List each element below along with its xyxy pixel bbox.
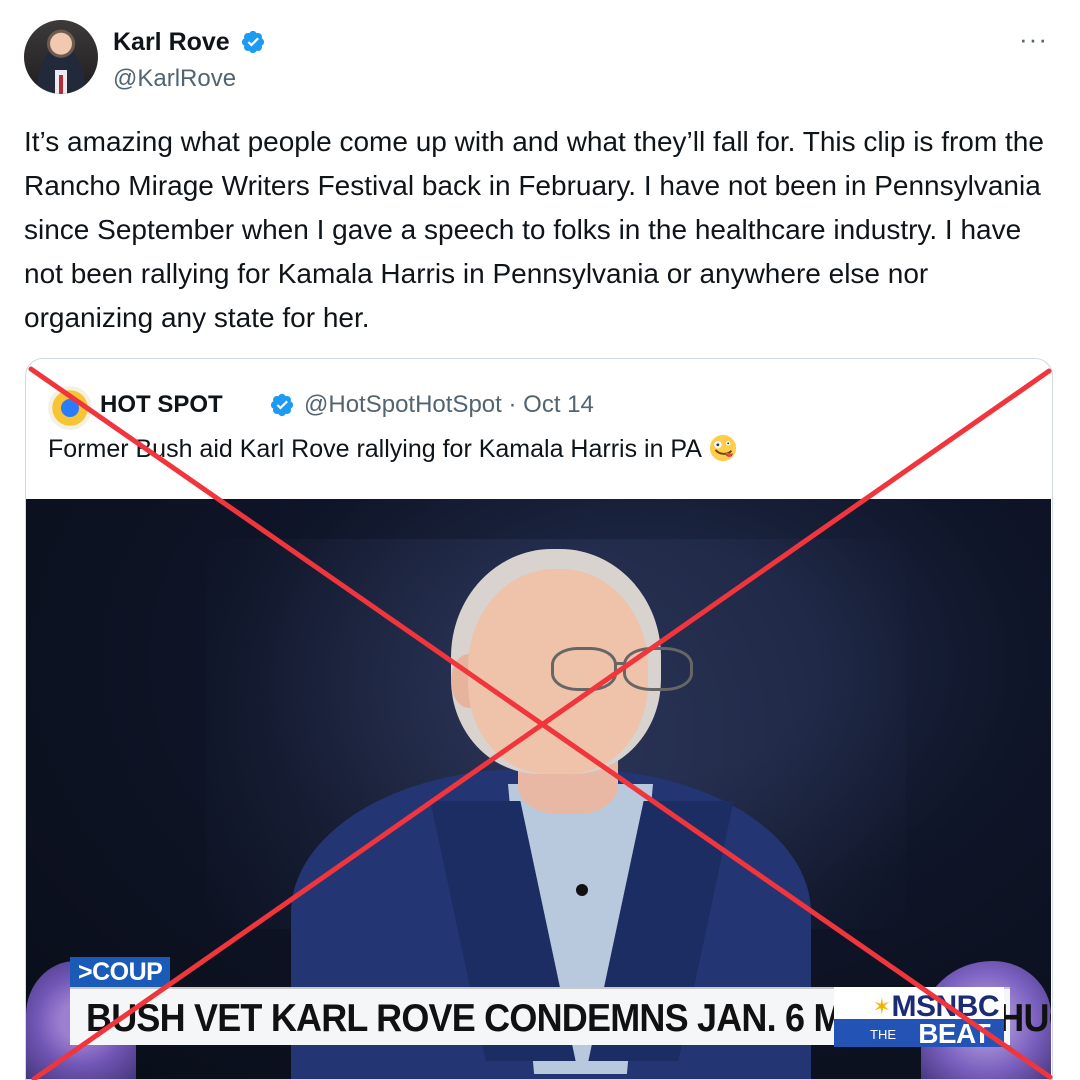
quoted-author-name[interactable]: HOT SPOT [100,391,223,419]
more-icon[interactable]: ··· [1019,24,1048,55]
author-avatar[interactable] [24,20,98,94]
author-handle[interactable]: @KarlRove [113,65,236,93]
meta-separator: · [508,391,517,418]
glasses-left-lens [551,647,617,691]
show-name: BEAT [918,1018,990,1049]
quoted-author-handle[interactable]: @HotSpotHotSpot [304,391,502,418]
video-player[interactable]: >COUP BUSH VET KARL ROVE CONDEMNS JAN. 6… [26,499,1051,1079]
news-tag: >COUP [70,957,171,988]
verified-badge-icon [241,30,265,54]
glasses-right-lens [623,647,693,691]
tweet-text: It’s amazing what people come up with an… [24,126,1044,333]
show-prefix: THE [870,1027,896,1042]
quoted-tweet[interactable]: HOT SPOT @HotSpotHotSpot · Oct 14 Former… [25,358,1053,1080]
quoted-tweet-text: Former Bush aid Karl Rove rallying for K… [48,433,738,464]
glasses-bridge [615,662,625,665]
zany-face-icon [709,434,736,462]
quoted-tweet-text-content: Former Bush aid Karl Rove rallying for K… [48,435,701,463]
quoted-tweet-header: HOT SPOT @HotSpotHotSpot · Oct 14 [48,385,1028,430]
tweet-header: Karl Rove @KarlRove ··· [24,20,1056,100]
lapel-microphone [576,884,588,896]
peacock-icon: ✶ [872,994,891,1019]
quoted-tweet-date[interactable]: Oct 14 [523,391,594,418]
quoted-author-meta[interactable]: @HotSpotHotSpot · Oct 14 [304,391,594,419]
author-name[interactable]: Karl Rove [113,28,230,57]
quoted-author-avatar[interactable] [48,386,92,430]
verified-badge-icon [270,393,294,417]
